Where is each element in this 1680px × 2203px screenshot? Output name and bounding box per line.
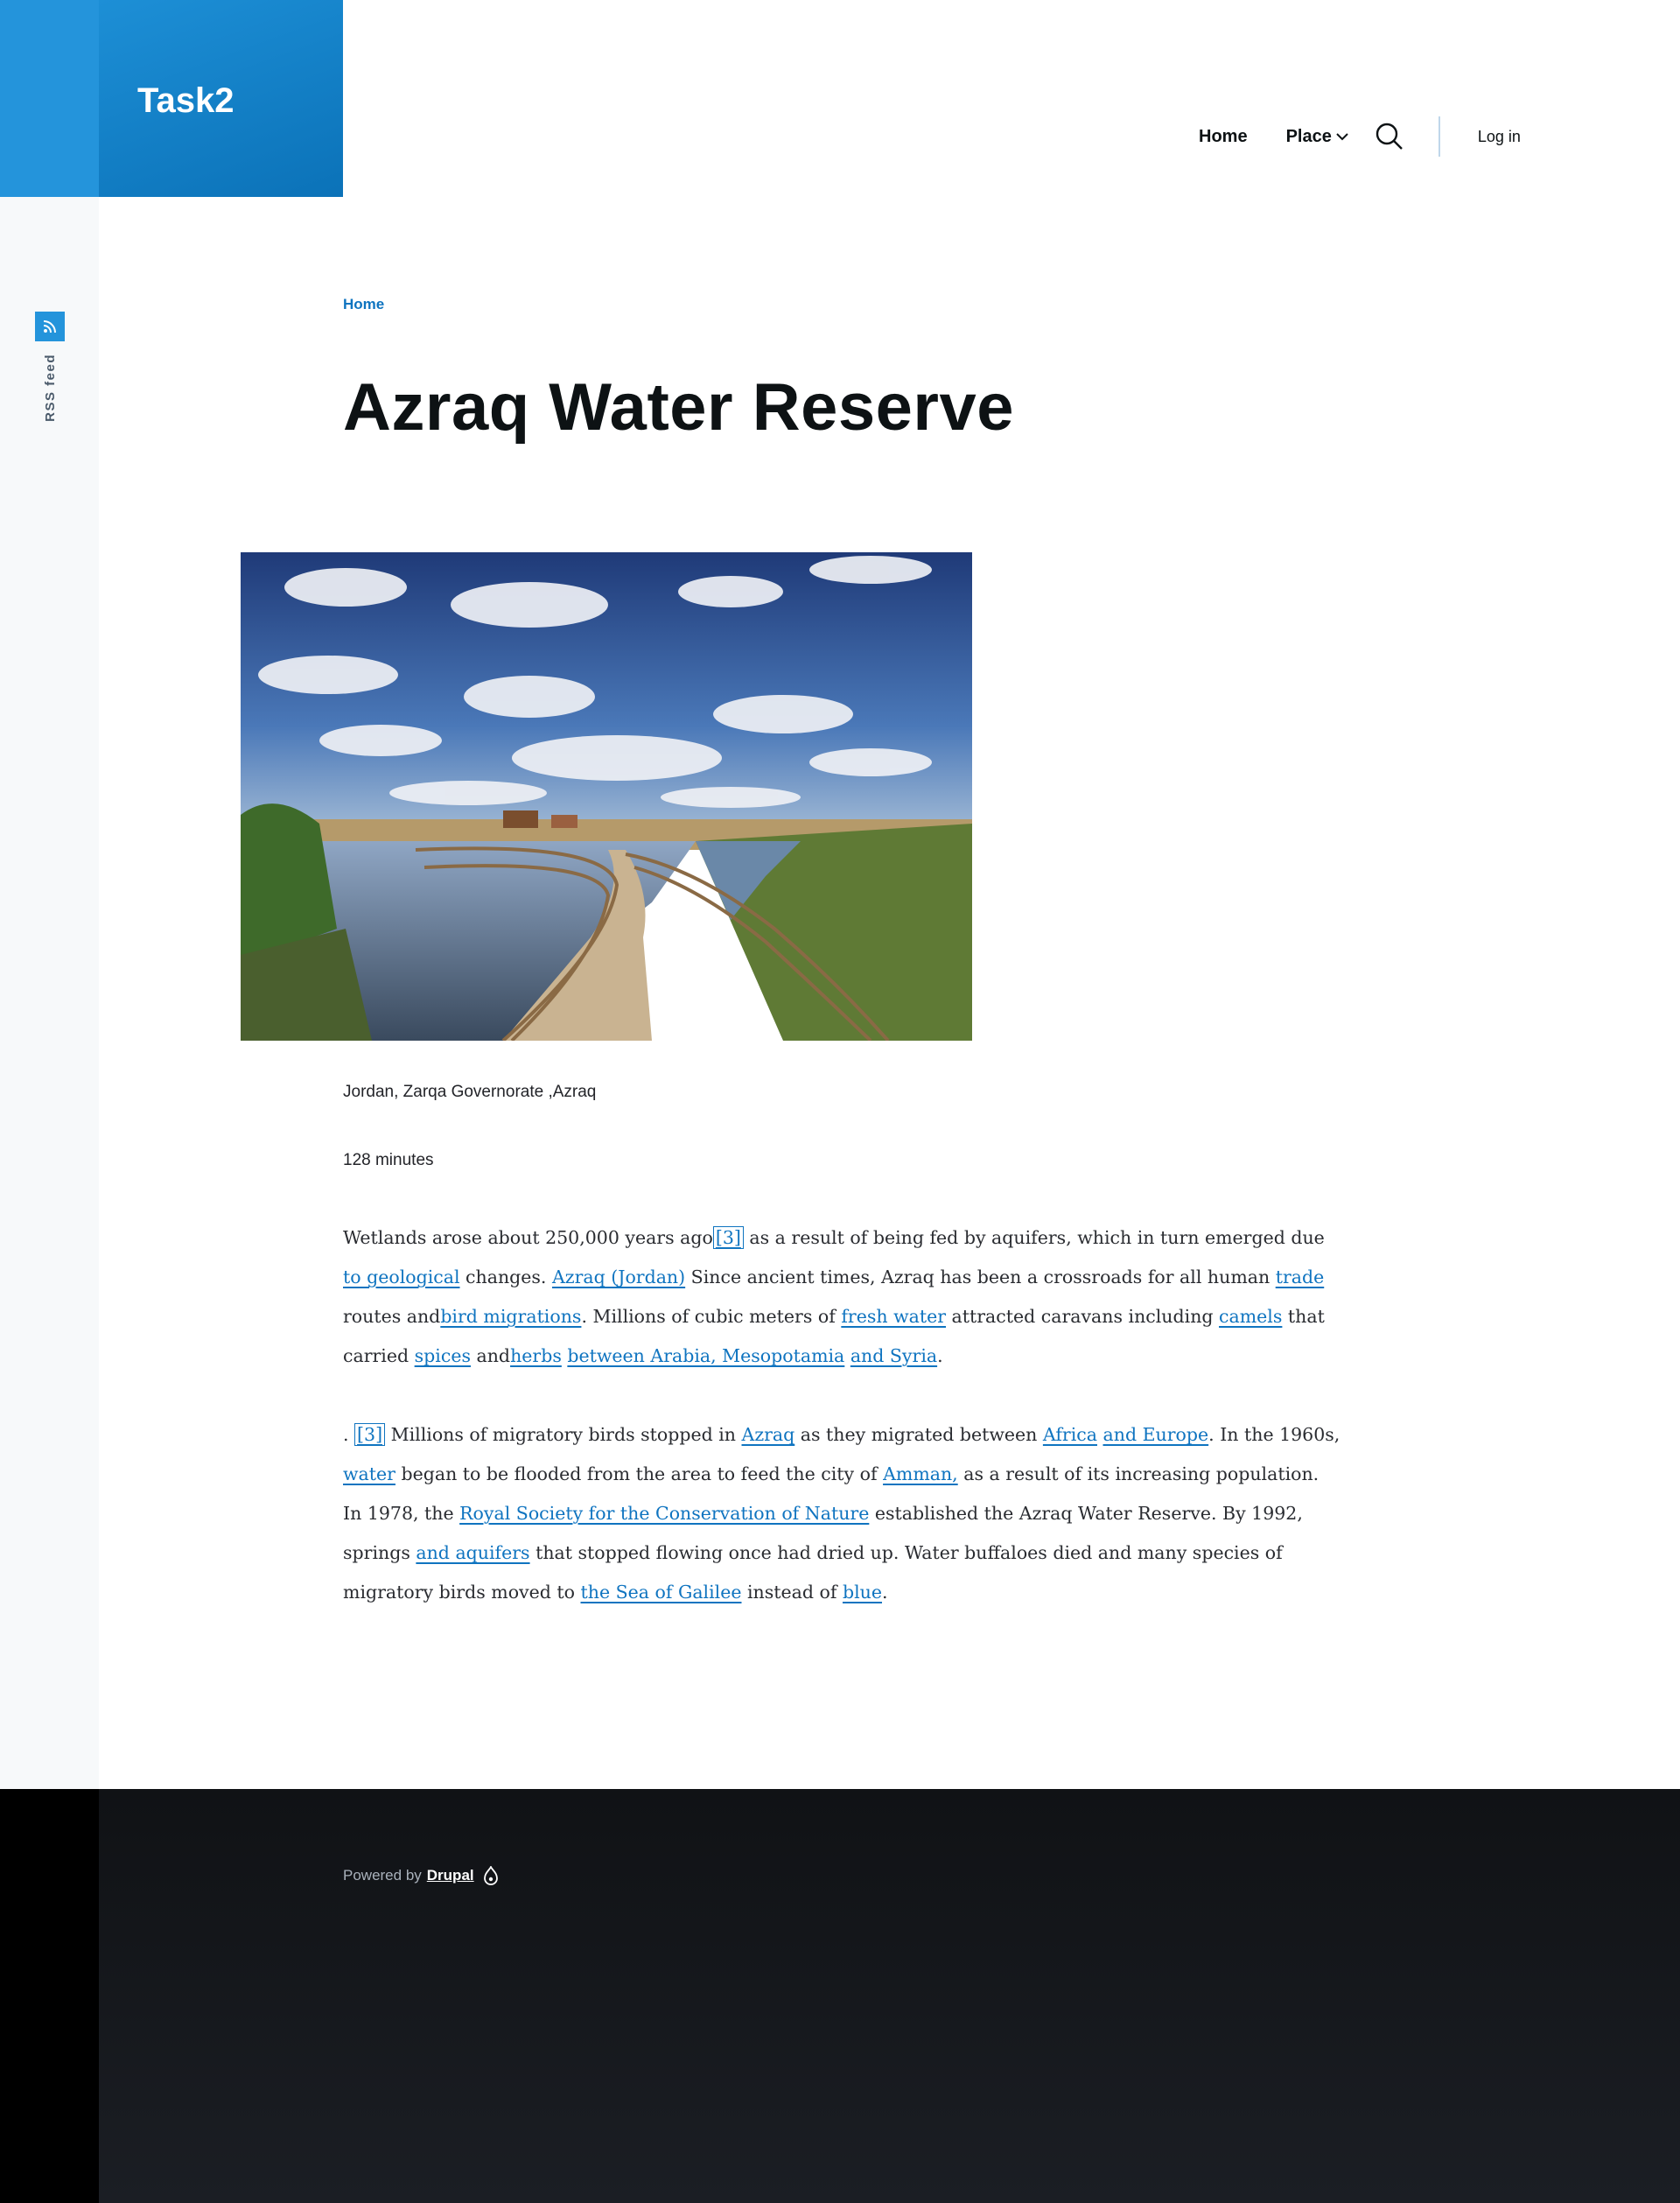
nav-home-link[interactable]: Home xyxy=(1199,127,1248,147)
paragraph-text: Millions of migratory birds stopped in xyxy=(385,1424,742,1445)
link-fresh-water[interactable]: fresh water xyxy=(841,1306,946,1327)
nav-place-label[interactable]: Place xyxy=(1286,127,1332,147)
chevron-down-icon[interactable] xyxy=(1335,131,1349,142)
duration-text: 128 minutes xyxy=(343,1151,434,1169)
paragraph-text: instead of xyxy=(741,1582,843,1603)
paragraph-text: attracted caravans including xyxy=(946,1306,1220,1327)
paragraph-text: as they migrated between xyxy=(794,1424,1043,1445)
link-azraq[interactable]: Azraq xyxy=(742,1424,795,1445)
rss-feed-label[interactable]: RSS feed xyxy=(43,354,58,422)
rss-feed-link[interactable]: RSS feed xyxy=(35,312,65,422)
breadcrumb-home[interactable]: Home xyxy=(343,296,384,313)
paragraph-text: began to be flooded from the area to fee… xyxy=(395,1463,884,1484)
site-footer: Powered by Drupal xyxy=(0,1789,1680,2203)
article-image xyxy=(241,552,972,1041)
link-spices[interactable]: spices xyxy=(415,1345,471,1366)
link-aquifers[interactable]: and aquifers xyxy=(416,1542,529,1563)
article-paragraph-1: Wetlands arose about 250,000 years ago [3… xyxy=(343,1218,1340,1376)
link-trade[interactable]: trade xyxy=(1276,1266,1325,1287)
paragraph-text: routes and xyxy=(343,1306,441,1327)
footer-left-rail xyxy=(0,1789,99,2203)
powered-by: Powered by Drupal xyxy=(343,1866,499,1885)
site-name[interactable]: Task2 xyxy=(137,81,234,121)
page-title: Azraq Water Reserve xyxy=(343,370,1015,445)
link-water[interactable]: water xyxy=(343,1463,396,1484)
link-amman[interactable]: Amman, xyxy=(883,1463,958,1484)
link-sea-of-galilee[interactable]: the Sea of Galilee xyxy=(581,1582,742,1603)
paragraph-text: . xyxy=(937,1345,943,1366)
link-syria[interactable]: and Syria xyxy=(850,1345,937,1366)
drupal-icon xyxy=(483,1866,499,1885)
link-camels[interactable]: camels xyxy=(1219,1306,1282,1327)
drupal-link[interactable]: Drupal xyxy=(427,1867,474,1884)
link-africa[interactable]: Africa xyxy=(1043,1424,1097,1445)
left-sidebar: RSS feed xyxy=(0,0,99,1789)
paragraph-text: . Millions of cubic meters of xyxy=(581,1306,842,1327)
login-link[interactable]: Log in xyxy=(1478,128,1521,146)
citation-link[interactable]: [3] xyxy=(354,1423,386,1446)
powered-by-label: Powered by xyxy=(343,1867,422,1884)
link-bird-migrations[interactable]: bird migrations xyxy=(440,1306,581,1327)
paragraph-text: . xyxy=(881,1582,888,1603)
link-royal-society[interactable]: Royal Society for the Conservation of Na… xyxy=(459,1503,869,1524)
link-arabia-mesopotamia[interactable]: between Arabia, Mesopotamia xyxy=(567,1345,844,1366)
citation-link[interactable]: [3] xyxy=(712,1226,744,1249)
article-paragraph-2: . [3] Millions of migratory birds stoppe… xyxy=(343,1415,1340,1612)
link-blue[interactable]: blue xyxy=(843,1582,882,1603)
paragraph-text: changes. xyxy=(459,1266,552,1287)
search-button[interactable] xyxy=(1376,123,1404,151)
site-branding[interactable]: Task2 xyxy=(99,0,343,197)
rss-icon[interactable] xyxy=(35,312,65,341)
paragraph-text: Since ancient times, Azraq has been a cr… xyxy=(685,1266,1276,1287)
paragraph-text: and xyxy=(470,1345,511,1366)
paragraph-text: Wetlands arose about 250,000 years ago xyxy=(343,1227,713,1248)
link-azraq-jordan[interactable]: Azraq (Jordan) xyxy=(552,1266,685,1287)
nav-divider xyxy=(1438,116,1440,157)
link-herbs[interactable]: herbs xyxy=(510,1345,562,1366)
paragraph-text: . In the 1960s, xyxy=(1208,1424,1340,1445)
location-text: Jordan, Zarqa Governorate ,Azraq xyxy=(343,1083,597,1101)
paragraph-text: . xyxy=(343,1424,355,1445)
main-navigation: Home Place Log in xyxy=(1199,116,1521,158)
nav-place-dropdown[interactable]: Place xyxy=(1286,127,1349,147)
search-icon[interactable] xyxy=(1376,123,1404,151)
paragraph-text: as a result of being fed by aquifers, wh… xyxy=(743,1227,1325,1248)
sidebar-top-block xyxy=(0,0,99,197)
link-europe[interactable]: and Europe xyxy=(1103,1424,1209,1445)
link-geological[interactable]: to geological xyxy=(343,1266,460,1287)
